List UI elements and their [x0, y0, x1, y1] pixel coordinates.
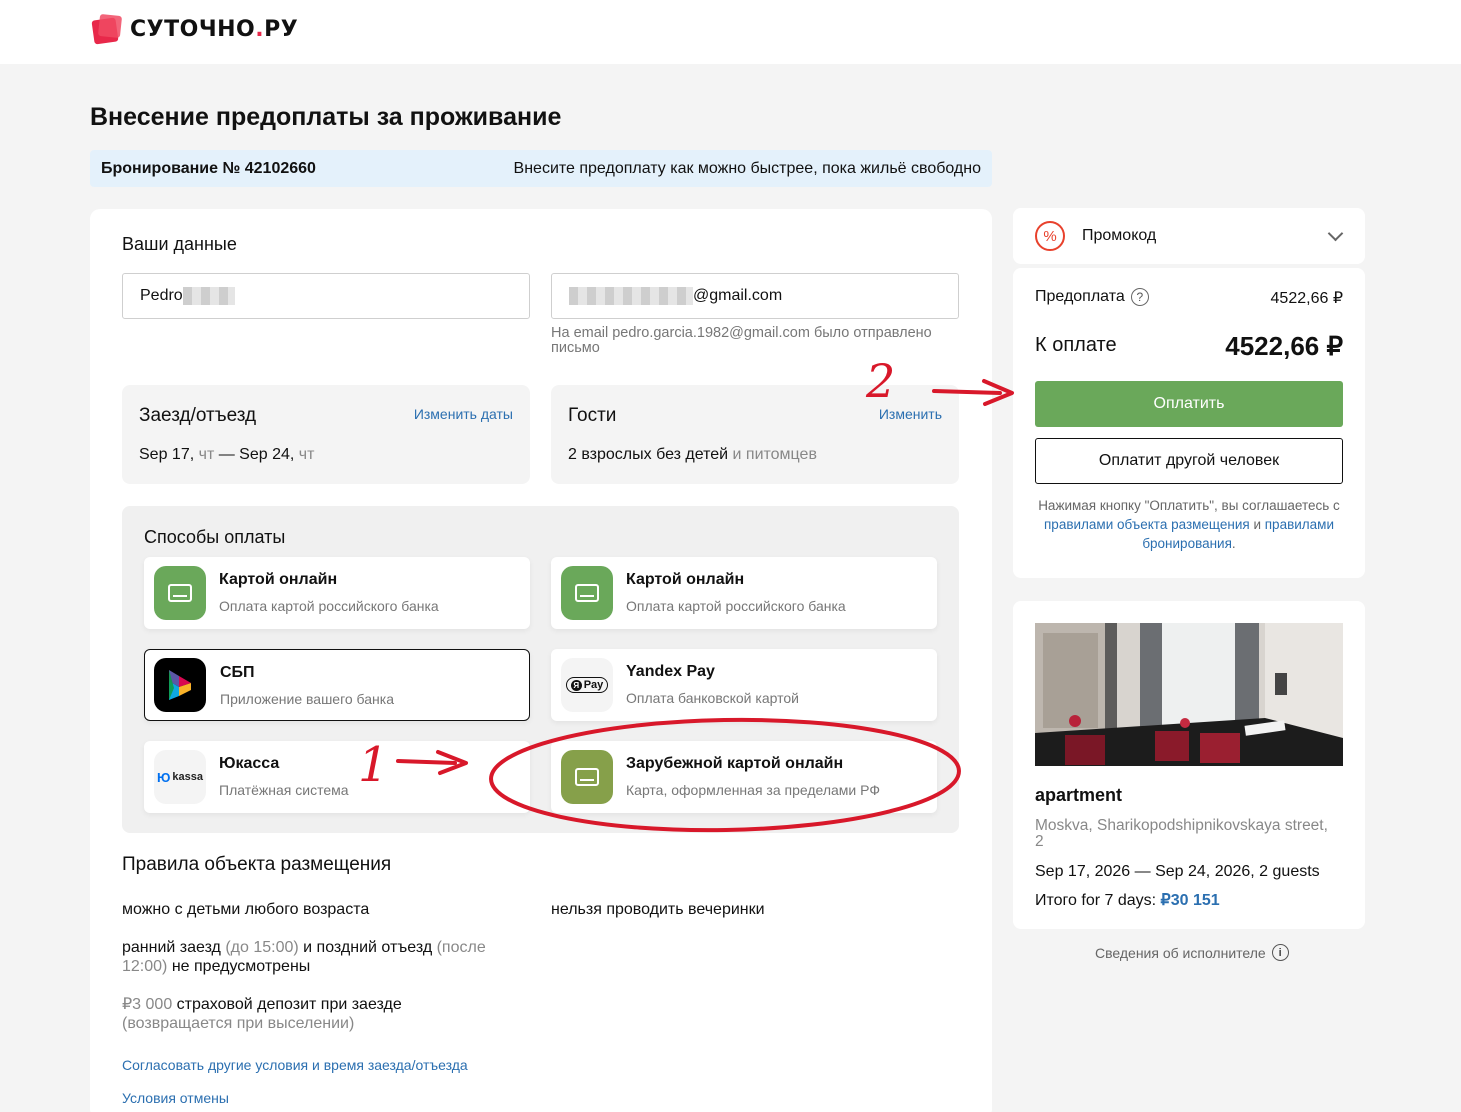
rule-party: нельзя проводить вечеринки [551, 901, 765, 918]
change-dates-link[interactable]: Изменить даты [414, 406, 513, 422]
info-icon: i [1271, 944, 1289, 961]
terms-text: Нажимая кнопку "Оплатить", вы соглашаете… [1038, 498, 1340, 551]
pay-button[interactable]: Оплатить [1035, 381, 1343, 427]
apartment-name: apartment [1035, 785, 1123, 805]
executor-info[interactable]: Сведения об исполнителе i [1095, 944, 1289, 961]
name-blur [182, 287, 235, 305]
payment-foreign-card[interactable]: Зарубежной картой онлайн Карта, оформлен… [551, 741, 937, 813]
payment-subtitle: Приложение вашего банка [220, 691, 394, 707]
booking-bar: Бронирование № 42102660 Внесите предопла… [90, 150, 992, 187]
payment-methods: Способы оплаты Картой онлайн Оплата карт… [122, 506, 959, 833]
rule-deposit: ₽3 000 страховой депозит при заезде (возв… [122, 996, 402, 1032]
payment-card-online-2[interactable]: Картой онлайн Оплата картой российского … [551, 557, 937, 629]
question-icon[interactable]: ? [1130, 288, 1149, 306]
apartment-dates: Sep 17, 2026 — Sep 24, 2026, 2 guests [1035, 863, 1320, 880]
promo-code-panel[interactable]: % Промокод [1013, 208, 1365, 264]
logo[interactable]: СУТОЧНО.РУ [90, 12, 298, 46]
payment-title: Картой онлайн [219, 571, 338, 588]
executor-info-label: Сведения об исполнителе [1095, 944, 1266, 961]
payment-title: Картой онлайн [626, 571, 745, 588]
yandex-pay-icon: Я Pay [561, 658, 613, 712]
apartment-total: Итого for 7 days: ₽30 151 [1035, 892, 1220, 909]
apartment-address: Moskva, Sharikopodshipnikovskaya street,… [1035, 817, 1328, 850]
payment-subtitle: Оплата картой российского банка [219, 598, 439, 614]
your-data-title: Ваши данные [122, 234, 237, 254]
name-field[interactable]: Pedro [122, 273, 530, 319]
email-blur [569, 287, 693, 305]
payment-title: Зарубежной картой онлайн [626, 755, 844, 772]
apartment-photo[interactable] [1035, 623, 1343, 766]
payment-card-online-1[interactable]: Картой онлайн Оплата картой российского … [144, 557, 530, 629]
agree-conditions-link[interactable]: Согласовать другие условия и время заезд… [122, 1057, 468, 1073]
logo-icon [90, 12, 124, 46]
promo-label: Промокод [1082, 227, 1157, 244]
name-value: Pedro [140, 287, 183, 304]
rules-title: Правила объекта размещения [122, 854, 392, 875]
yookassa-icon: Ю kassa [154, 750, 206, 804]
email-note: На email pedro.garcia.1982@gmail.com был… [551, 325, 932, 356]
checkin-box: Заезд/отъезд Изменить даты Sep 17, чт — … [122, 385, 530, 484]
prepay-label: Предоплата? [1035, 288, 1149, 306]
apartment-card: apartment Moskva, Sharikopodshipnikovska… [1013, 601, 1365, 929]
rule-early-checkin: ранний заезд (до 15:00) и поздний отъезд… [122, 939, 486, 975]
page-title: Внесение предоплаты за проживание [90, 103, 562, 131]
guests-title: Гости [568, 405, 617, 426]
card-icon [154, 566, 206, 620]
property-rules-link[interactable]: правилами объекта размещения [1044, 517, 1250, 532]
booking-number: Бронирование № 42102660 [101, 159, 316, 177]
card-icon [561, 566, 613, 620]
payment-subtitle: Карта, оформленная за пределами РФ [626, 782, 880, 798]
rule-kids: можно с детьми любого возраста [122, 901, 370, 918]
email-field[interactable]: @gmail.com [551, 273, 959, 319]
payment-yookassa[interactable]: Ю kassa Юкасса Платёжная система [144, 741, 530, 813]
payment-subtitle: Оплата картой российского банка [626, 598, 846, 614]
payment-subtitle: Платёжная система [219, 782, 349, 798]
payment-title: Yandex Pay [626, 663, 715, 680]
payment-subtitle: Оплата банковской картой [626, 690, 799, 706]
cancel-conditions-link[interactable]: Условия отмены [122, 1090, 229, 1106]
payment-title: СБП [220, 664, 255, 681]
payment-yandex-pay[interactable]: Я Pay Yandex Pay Оплата банковской карто… [551, 649, 937, 721]
guests-value: 2 взрослых без детей и питомцев [568, 446, 817, 463]
sbp-icon [154, 658, 206, 712]
top-bar: СУТОЧНО.РУ [0, 0, 1461, 64]
booking-message: Внесите предоплату как можно быстрее, по… [513, 159, 981, 177]
checkin-title: Заезд/отъезд [139, 405, 257, 426]
payment-methods-title: Способы оплаты [144, 527, 286, 547]
topay-value: 4522,66 ₽ [1225, 331, 1343, 361]
payment-title: Юкасса [219, 755, 280, 772]
chevron-down-icon [1327, 225, 1344, 242]
topay-label: К оплате [1035, 334, 1117, 356]
payment-sbp[interactable]: СБП Приложение вашего банка [144, 649, 530, 721]
guests-box: Гости Изменить 2 взрослых без детей и пи… [551, 385, 959, 484]
change-guests-link[interactable]: Изменить [879, 406, 942, 422]
card-icon [561, 750, 613, 804]
email-value: @gmail.com [693, 287, 783, 304]
logo-text: СУТОЧНО.РУ [130, 16, 299, 42]
prepay-value: 4522,66 ₽ [1270, 290, 1343, 307]
pay-by-other-button[interactable]: Оплатит другой человек [1035, 438, 1343, 484]
payment-summary: Предоплата? 4522,66 ₽ К оплате 4522,66 ₽… [1013, 268, 1365, 578]
checkin-dates: Sep 17, чт — Sep 24, чт [139, 446, 315, 463]
percent-icon: % [1035, 221, 1065, 251]
